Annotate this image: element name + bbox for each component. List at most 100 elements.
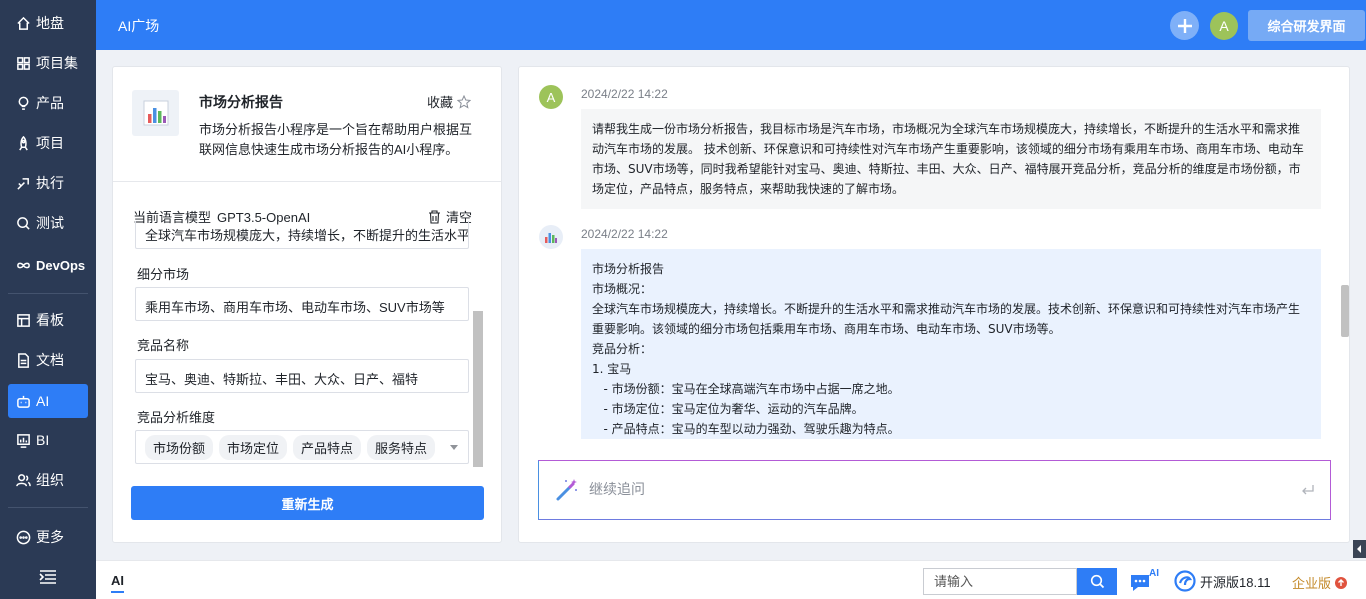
market-overview-input[interactable]: 全球汽车市场规模庞大，持续增长，不断提升的生活水平和需求 [135, 221, 469, 249]
zentao-logo-icon [1174, 570, 1196, 592]
lightbulb-icon [15, 95, 31, 111]
dimension-tag[interactable]: 产品特点 [293, 434, 362, 460]
footer-tab-ai[interactable]: AI [111, 573, 124, 593]
rocket-icon [15, 135, 31, 151]
sidebar-item-devops[interactable]: DevOps [8, 248, 88, 282]
chat-scrollbar[interactable] [1341, 285, 1349, 337]
sidebar-item-label: 更多 [36, 529, 64, 545]
grid-icon [15, 55, 31, 71]
regenerate-button[interactable]: 重新生成 [131, 486, 484, 520]
follow-up-input[interactable] [589, 481, 1239, 497]
chevron-down-icon [450, 445, 458, 450]
document-icon [15, 352, 31, 368]
sidebar-item-bi[interactable]: BI [8, 423, 88, 457]
sidebar-item-label: 地盘 [36, 15, 64, 31]
chart-icon [15, 432, 31, 448]
sidebar-item-label: BI [36, 432, 50, 448]
app-form-panel: 市场分析报告 收藏 市场分析报告小程序是一个旨在帮助用户根据互联网信息快速生成市… [112, 66, 502, 543]
upgrade-arrow-icon [1335, 576, 1348, 589]
more-icon [15, 529, 31, 545]
ai-avatar [539, 225, 563, 249]
follow-up-box[interactable] [538, 460, 1331, 520]
infinity-icon [15, 257, 31, 273]
sidebar-item-programs[interactable]: 项目集 [8, 46, 88, 80]
enterprise-label: 企业版 [1292, 576, 1332, 591]
ai-badge: AI [1149, 568, 1159, 579]
scroll-toggle-handle[interactable] [1353, 540, 1366, 558]
favorite-label: 收藏 [427, 95, 454, 110]
version-label: 开源版18.11 [1200, 574, 1271, 590]
sidebar-item-org[interactable]: 组织 [8, 463, 88, 497]
message-time: 2024/2/22 14:22 [581, 227, 668, 241]
sidebar-item-doc[interactable]: 文档 [8, 343, 88, 377]
search-bug-icon [15, 215, 31, 231]
field-label: 竞品名称 [137, 338, 190, 353]
chat-bubble-icon [1131, 575, 1149, 591]
switch-view-button[interactable]: 综合研发界面 [1248, 10, 1365, 41]
dimension-select[interactable]: 市场份额 市场定位 产品特点 服务特点 [135, 430, 469, 464]
sidebar-divider [8, 293, 88, 294]
create-button[interactable] [1170, 11, 1199, 40]
sidebar-item-kanban[interactable]: 看板 [8, 303, 88, 337]
kanban-icon [15, 312, 31, 328]
user-avatar: A [539, 85, 563, 109]
plus-icon [1177, 18, 1192, 33]
sidebar-item-label: 产品 [36, 95, 64, 111]
sidebar-item-label: 看板 [36, 312, 64, 328]
app-chart-icon [132, 90, 179, 136]
sidebar-item-label: AI [36, 393, 50, 409]
version-info[interactable]: 开源版18.11 [1174, 570, 1271, 592]
user-message: 请帮我生成一份市场分析报告，我目标市场是汽车市场，市场概况为全球汽车市场规模庞大… [581, 109, 1321, 209]
search-icon [1090, 574, 1104, 589]
sidebar-item-project[interactable]: 项目 [8, 126, 88, 160]
collapse-menu-icon[interactable] [39, 570, 57, 584]
magic-wand-icon [556, 479, 577, 501]
sidebar-divider [8, 507, 88, 508]
form-scrollbar[interactable] [473, 311, 483, 467]
ai-chat-button[interactable]: AI [1129, 568, 1161, 594]
panel-divider [113, 181, 501, 182]
sidebar: 地盘 项目集 产品 项目 执行 测试 DevOps 看板 文档 AI BI 组织… [0, 0, 96, 599]
message-time: 2024/2/22 14:22 [581, 87, 668, 101]
ai-chart-icon [545, 233, 557, 243]
sidebar-item-label: DevOps [36, 257, 86, 273]
app-title: 市场分析报告 [199, 94, 283, 110]
sidebar-item-dashboard[interactable]: 地盘 [8, 6, 88, 40]
sprint-icon [15, 175, 31, 191]
sidebar-item-label: 项目 [36, 135, 64, 151]
chat-panel: A 2024/2/22 14:22 请帮我生成一份市场分析报告，我目标市场是汽车… [518, 66, 1350, 543]
chevron-left-icon [1357, 545, 1361, 553]
page-title: AI广场 [118, 18, 160, 34]
people-icon [15, 472, 31, 488]
global-search-input[interactable] [923, 568, 1077, 595]
enterprise-upgrade-link[interactable]: 企业版 [1292, 573, 1348, 592]
ai-message: 市场分析报告 市场概况： 全球汽车市场规模庞大，持续增长。不断提升的生活水平和需… [581, 249, 1321, 439]
home-icon [15, 15, 31, 31]
sidebar-item-ai[interactable]: AI [8, 384, 88, 418]
top-header: AI广场 A 综合研发界面 [96, 0, 1366, 50]
segment-input[interactable]: 乘用车市场、商用车市场、电动车市场、SUV市场等 [135, 287, 469, 321]
search-button[interactable] [1077, 568, 1117, 595]
sidebar-item-label: 测试 [36, 215, 64, 231]
form-scroll-area[interactable]: 全球汽车市场规模庞大，持续增长，不断提升的生活水平和需求 细分市场 乘用车市场、… [134, 221, 472, 467]
dimension-tag[interactable]: 市场份额 [145, 434, 214, 460]
sidebar-item-execution[interactable]: 执行 [8, 166, 88, 200]
sidebar-item-label: 文档 [36, 352, 64, 368]
star-icon [457, 94, 472, 109]
dimension-tag[interactable]: 服务特点 [367, 434, 436, 460]
field-label: 细分市场 [137, 267, 190, 282]
sidebar-item-product[interactable]: 产品 [8, 86, 88, 120]
competitor-input[interactable]: 宝马、奥迪、特斯拉、丰田、大众、日产、福特 [135, 359, 469, 393]
sidebar-item-label: 组织 [36, 472, 64, 488]
field-label: 竞品分析维度 [137, 410, 216, 425]
sidebar-item-label: 项目集 [36, 55, 78, 71]
app-description: 市场分析报告小程序是一个旨在帮助用户根据互联网信息快速生成市场分析报告的AI小程… [199, 122, 473, 157]
robot-icon [15, 393, 31, 409]
sidebar-item-more[interactable]: 更多 [8, 520, 88, 554]
enter-icon[interactable] [1301, 484, 1315, 496]
user-avatar[interactable]: A [1210, 12, 1238, 40]
favorite-button[interactable]: 收藏 [427, 92, 472, 111]
footer-bar: AI AI 开源版18.11 企业版 [96, 560, 1366, 599]
dimension-tag[interactable]: 市场定位 [219, 434, 288, 460]
sidebar-item-test[interactable]: 测试 [8, 206, 88, 240]
